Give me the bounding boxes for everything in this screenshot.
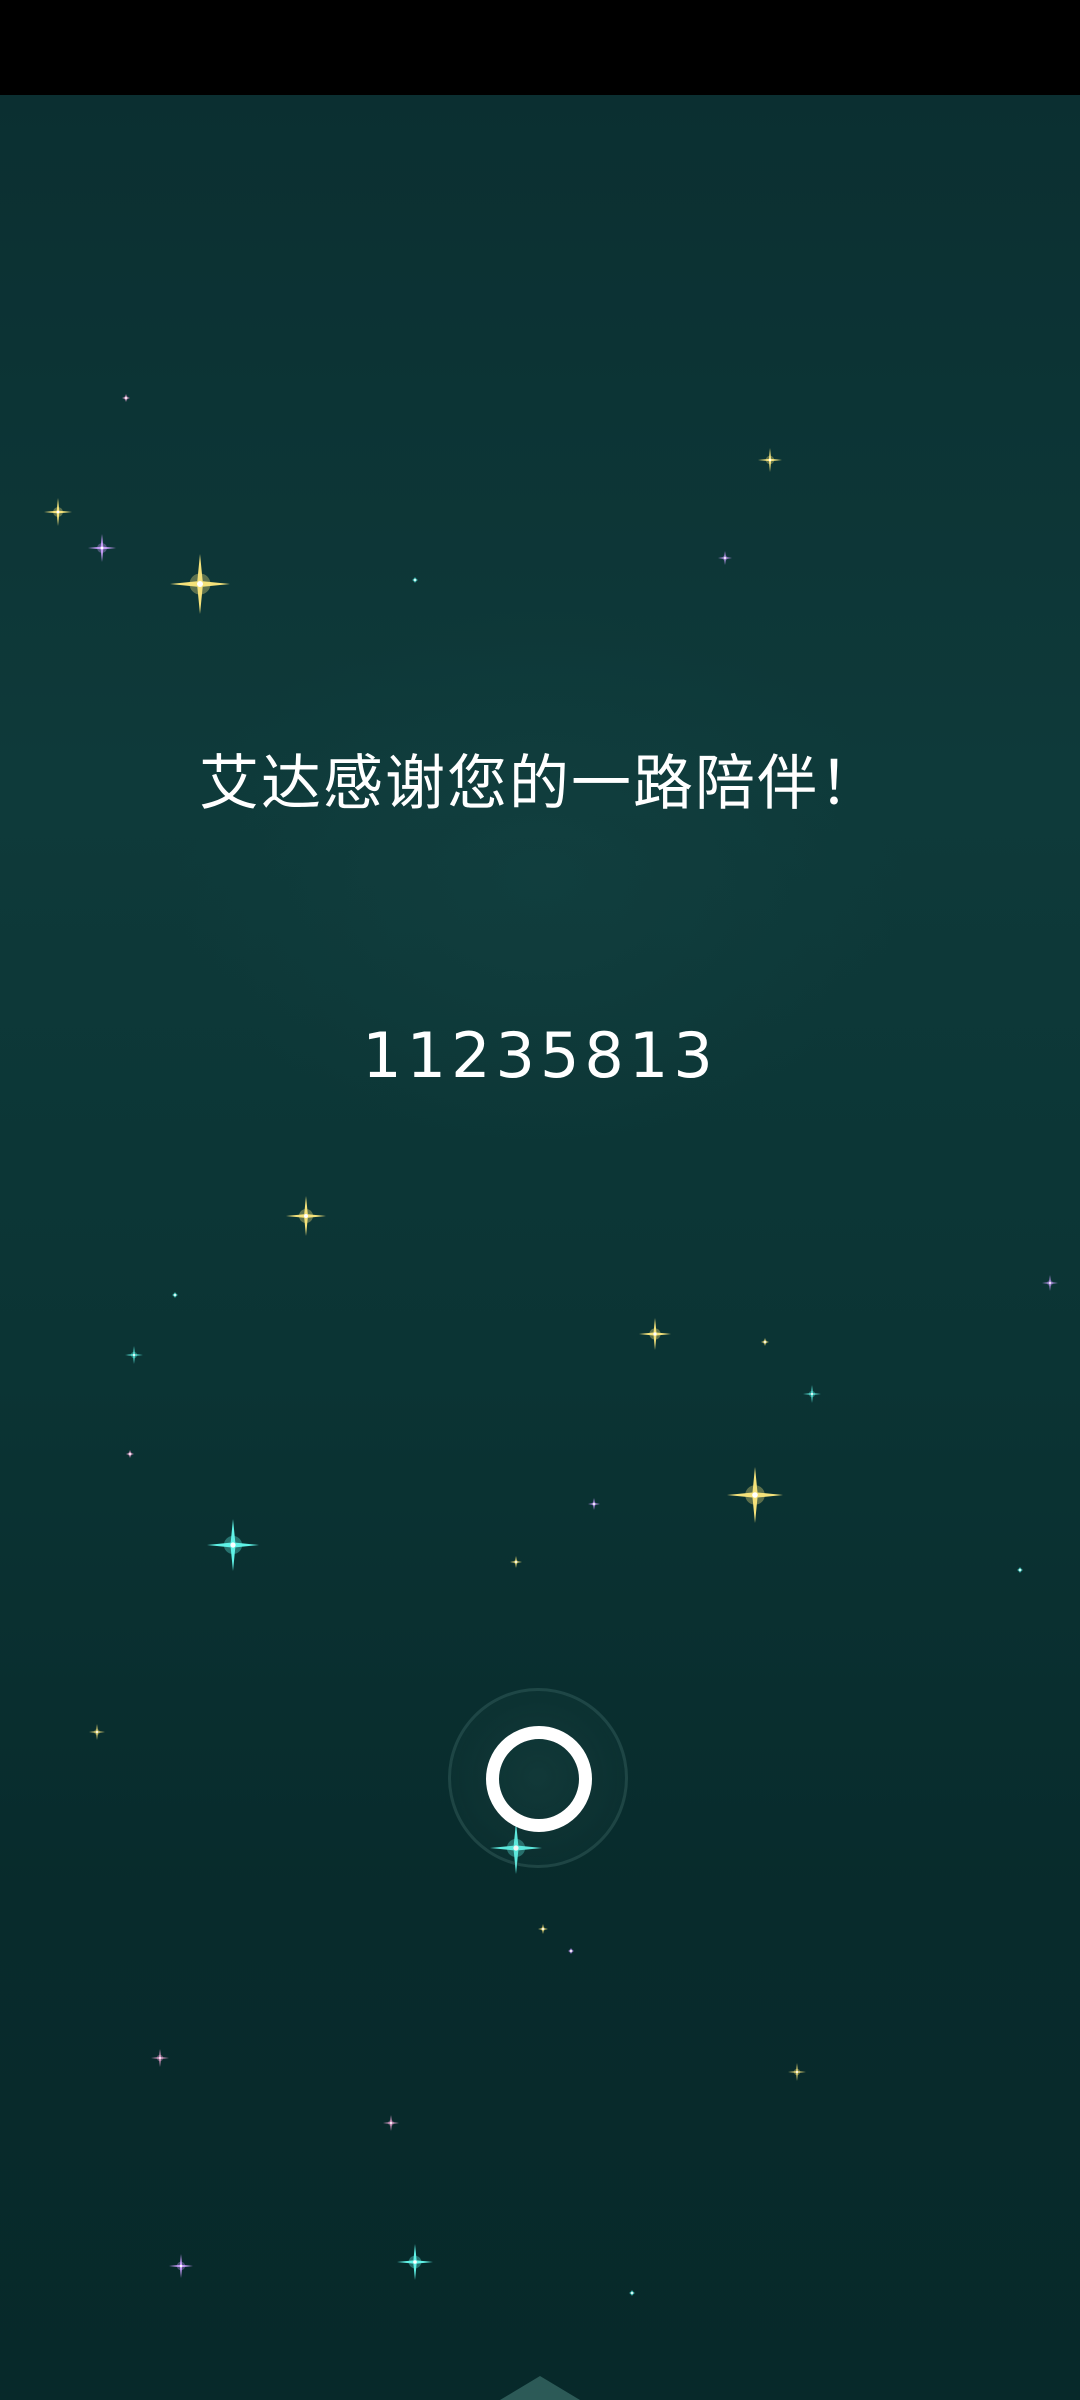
- chevron-up-icon[interactable]: [500, 2376, 580, 2400]
- sparkle-star: [788, 2063, 806, 2081]
- sparkle-star: [122, 394, 130, 402]
- sparkle-star: [397, 2244, 433, 2280]
- sparkle-star: [172, 1292, 178, 1298]
- user-number: 11235813: [362, 1019, 718, 1092]
- app-screen: 艾达感谢您的一路陪伴！ 11235813: [0, 0, 1080, 2400]
- sparkle-star: [758, 448, 782, 472]
- sparkle-star: [207, 1519, 259, 1571]
- status-bar: [0, 0, 1080, 95]
- thank-you-message: 艾达感谢您的一路陪伴！: [199, 749, 881, 819]
- sparkle-star: [1042, 1275, 1058, 1291]
- home-ring-button[interactable]: [448, 1688, 628, 1868]
- sparkle-star: [588, 1498, 600, 1510]
- sparkle-star: [169, 2254, 193, 2278]
- sparkle-star: [126, 1450, 134, 1458]
- sparkle-star: [538, 1924, 548, 1934]
- sparkle-star: [727, 1467, 783, 1523]
- sparkle-star: [286, 1196, 326, 1236]
- sparkle-star: [510, 1556, 522, 1568]
- sparkle-star: [88, 534, 116, 562]
- sparkle-star: [568, 1948, 574, 1954]
- sparkle-star: [383, 2115, 399, 2131]
- sparkle-star: [761, 1338, 769, 1346]
- sparkle-star: [89, 1724, 105, 1740]
- sparkle-star: [412, 577, 418, 583]
- sparkle-star: [170, 554, 230, 614]
- sparkle-star: [629, 2290, 635, 2296]
- sparkle-star: [151, 2049, 169, 2067]
- starry-background: [0, 95, 1080, 2400]
- stars-layer: [44, 394, 1058, 2296]
- sparkle-star: [718, 551, 732, 565]
- sparkle-star: [44, 498, 72, 526]
- sparkle-star: [125, 1346, 143, 1364]
- sparkle-star: [803, 1385, 821, 1403]
- sparkle-star: [639, 1318, 671, 1350]
- sparkle-star: [1017, 1567, 1023, 1573]
